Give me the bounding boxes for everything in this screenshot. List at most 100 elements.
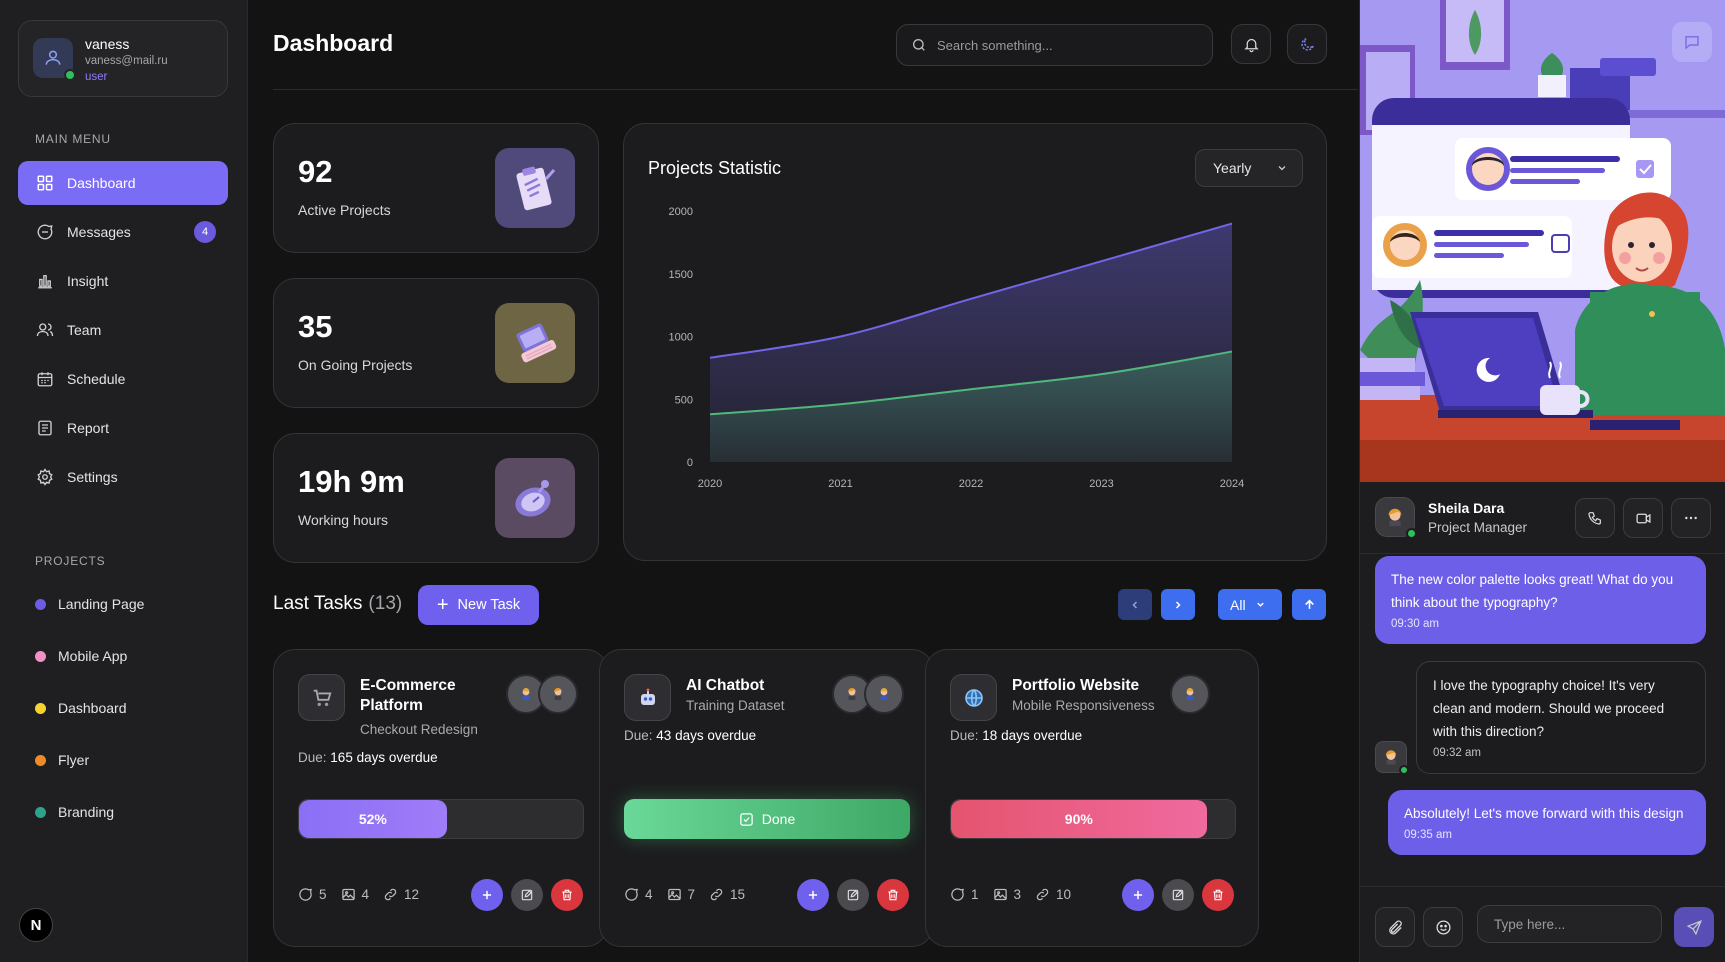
links-value: 12 [404, 887, 420, 902]
task-filter-value: All [1230, 596, 1246, 613]
attach-button[interactable] [1375, 907, 1415, 947]
image-icon [667, 888, 681, 901]
next-page-button[interactable] [1161, 589, 1195, 620]
contact-avatar[interactable] [1375, 497, 1417, 539]
y-tick-label: 1000 [669, 332, 693, 344]
project-item-branding[interactable]: Branding [35, 804, 114, 820]
send-button[interactable] [1674, 907, 1714, 947]
project-label: Branding [58, 804, 115, 820]
add-button[interactable] [471, 879, 503, 911]
comment-icon [625, 888, 638, 901]
n-logo[interactable]: N [19, 908, 53, 942]
task-meta: 1 3 10 [950, 887, 1085, 902]
tasks-title: Last Tasks [273, 593, 363, 614]
project-item-landing-page[interactable]: Landing Page [35, 596, 144, 612]
message-text: The new color palette looks great! What … [1391, 572, 1674, 610]
online-status-dot [1399, 765, 1409, 775]
project-item-mobile-app[interactable]: Mobile App [35, 648, 127, 664]
due-value: 43 days overdue [656, 728, 757, 743]
chat-toggle-button[interactable] [1672, 22, 1712, 62]
images-count: 4 [341, 887, 370, 902]
cart-icon [298, 674, 345, 721]
images-value: 4 [361, 887, 370, 902]
app: vaness vaness@mail.ru user MAIN MENU Das… [0, 0, 1725, 962]
new-task-button[interactable]: + New Task [418, 585, 539, 625]
task-filter-select[interactable]: All [1218, 589, 1282, 620]
contact-role: Project Manager [1428, 520, 1528, 535]
project-item-flyer[interactable]: Flyer [35, 752, 89, 768]
task-card-ai-chatbot[interactable]: AI Chatbot Training Dataset Due: 43 days… [599, 649, 934, 947]
task-assignees [1170, 674, 1210, 714]
sidebar-item-label: Schedule [67, 371, 126, 387]
add-button[interactable] [1122, 879, 1154, 911]
sidebar-item-messages[interactable]: Messages 4 [18, 210, 228, 254]
arrow-up-icon [1304, 599, 1314, 609]
user-role: user [85, 71, 108, 83]
sidebar-item-label: Team [67, 322, 102, 338]
video-call-button[interactable] [1623, 498, 1663, 538]
edit-icon [521, 889, 533, 901]
theme-toggle-button[interactable] [1287, 24, 1327, 64]
message-time: 09:35 am [1404, 829, 1452, 841]
progress-fill: 52% [299, 800, 447, 838]
voice-call-button[interactable] [1575, 498, 1615, 538]
prev-page-button[interactable] [1118, 589, 1152, 620]
search-input[interactable] [937, 37, 1187, 53]
sidebar-item-label: Messages [67, 224, 131, 240]
chevron-right-icon [1175, 600, 1181, 609]
phone-icon [1588, 512, 1601, 525]
chat-message-incoming: I love the typography choice! It's very … [1416, 661, 1706, 774]
project-item-dashboard[interactable]: Dashboard [35, 700, 127, 716]
task-subtitle: Checkout Redesign [360, 722, 478, 737]
sidebar-item-settings[interactable]: Settings [18, 455, 228, 499]
task-card-portfolio-website[interactable]: Portfolio Website Mobile Responsiveness … [925, 649, 1259, 947]
due-label: Due: [624, 728, 653, 743]
images-value: 3 [1013, 887, 1022, 902]
y-tick-label: 2000 [669, 206, 693, 218]
edit-button[interactable] [837, 879, 869, 911]
clipboard-icon [495, 148, 575, 228]
user-name: vaness [85, 36, 130, 52]
stat-card-ongoing-projects: 35 On Going Projects [273, 278, 599, 408]
stopwatch-icon [495, 458, 575, 538]
search-bar[interactable] [896, 24, 1213, 66]
sidebar-item-dashboard[interactable]: Dashboard [18, 161, 228, 205]
x-tick-label: 2024 [1220, 478, 1244, 490]
main-menu-label: MAIN MENU [35, 132, 111, 146]
sidebar: vaness vaness@mail.ru user MAIN MENU Das… [0, 0, 248, 962]
user-email: vaness@mail.ru [85, 55, 168, 67]
comment-icon [299, 888, 312, 901]
delete-button[interactable] [551, 879, 583, 911]
sidebar-item-team[interactable]: Team [18, 308, 228, 352]
chat-message-outgoing: Absolutely! Let's move forward with this… [1388, 790, 1706, 855]
sidebar-item-report[interactable]: Report [18, 406, 228, 450]
search-icon [913, 39, 925, 51]
task-card-ecommerce[interactable]: E-Commerce Platform Checkout Redesign Du… [273, 649, 608, 947]
links-value: 15 [730, 887, 746, 902]
more-options-button[interactable] [1671, 498, 1711, 538]
x-tick-label: 2022 [959, 478, 983, 490]
add-button[interactable] [797, 879, 829, 911]
message-composer [1360, 886, 1725, 962]
team-icon [35, 320, 55, 340]
task-name: Portfolio Website [1012, 677, 1140, 694]
globe-icon [950, 674, 997, 721]
emoji-button[interactable] [1423, 907, 1463, 947]
messages-count-badge: 4 [194, 221, 216, 243]
task-due: Due: 43 days overdue [624, 728, 756, 743]
delete-button[interactable] [877, 879, 909, 911]
notifications-button[interactable] [1231, 24, 1271, 64]
moon-icon [1300, 37, 1314, 51]
message-input[interactable] [1477, 905, 1662, 943]
sidebar-item-insight[interactable]: Insight [18, 259, 228, 303]
delete-button[interactable] [1202, 879, 1234, 911]
link-icon [710, 888, 723, 901]
task-assignees [506, 674, 578, 714]
edit-button[interactable] [511, 879, 543, 911]
plus-icon [808, 890, 818, 900]
user-profile-card[interactable]: vaness vaness@mail.ru user [18, 20, 228, 97]
project-color-dot [35, 702, 46, 714]
sidebar-item-schedule[interactable]: Schedule [18, 357, 228, 401]
sort-button[interactable] [1292, 589, 1326, 620]
edit-button[interactable] [1162, 879, 1194, 911]
